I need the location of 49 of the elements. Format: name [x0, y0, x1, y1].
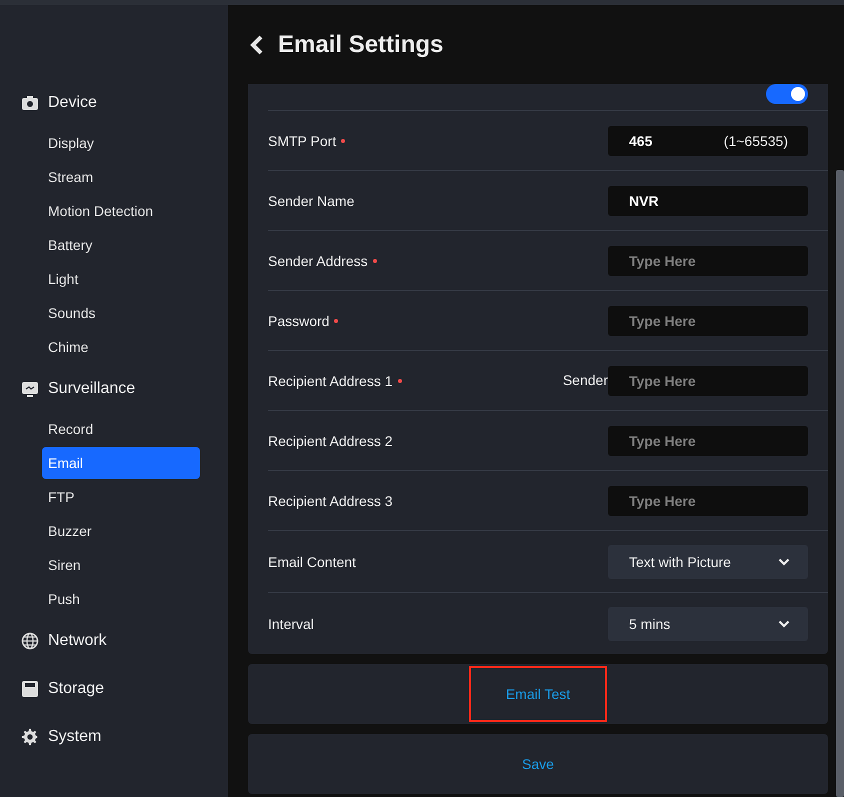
- dropdown[interactable]: 5 mins: [608, 606, 808, 640]
- input-field[interactable]: Type Here: [608, 306, 808, 336]
- field-label: Password: [268, 312, 338, 328]
- monitor-icon: [21, 380, 39, 398]
- sidebar-item[interactable]: Chime: [42, 330, 200, 364]
- input-field[interactable]: Type Here: [608, 246, 808, 276]
- sidebar-item[interactable]: Light: [42, 262, 200, 296]
- globe-icon: [21, 632, 39, 650]
- input-field[interactable]: Type Here: [608, 486, 808, 516]
- back-icon[interactable]: [250, 34, 264, 54]
- toggle-switch[interactable]: [766, 84, 808, 104]
- sidebar-section[interactable]: Storage: [0, 669, 228, 709]
- dropdown[interactable]: Text with Picture: [608, 544, 808, 578]
- sidebar-item[interactable]: Record: [42, 412, 200, 446]
- settings-icon: [21, 728, 39, 746]
- sidebar-item[interactable]: Push: [42, 582, 200, 616]
- input-field[interactable]: Type Here: [608, 426, 808, 456]
- sidebar-item[interactable]: Stream: [42, 160, 200, 194]
- sidebar-item[interactable]: Battery: [42, 228, 200, 262]
- field-label: Recipient Address 1: [268, 372, 402, 388]
- chevron-down-icon: [778, 558, 790, 566]
- field-label: Sender Address: [268, 252, 377, 268]
- email-test-button[interactable]: Email Test: [468, 666, 608, 722]
- sidebar-item[interactable]: Sounds: [42, 296, 200, 330]
- sidebar-item[interactable]: Siren: [42, 548, 200, 582]
- storage-icon: [21, 680, 39, 698]
- input-field[interactable]: NVR: [608, 186, 808, 216]
- sidebar-item[interactable]: Buzzer: [42, 514, 200, 548]
- sidebar-item[interactable]: FTP: [42, 480, 200, 514]
- field-label: Recipient Address 3: [268, 492, 393, 508]
- field-label: Sender: [562, 372, 608, 388]
- sidebar-section[interactable]: Device: [0, 83, 228, 123]
- field-label: Sender Name: [268, 192, 354, 208]
- field-label: Recipient Address 2: [268, 432, 393, 448]
- field-label: Interval: [268, 616, 314, 632]
- page-title: Email Settings: [278, 30, 444, 58]
- field-label: SMTP Port: [268, 132, 346, 148]
- sidebar-item[interactable]: Motion Detection: [42, 194, 200, 228]
- chevron-down-icon: [778, 620, 790, 628]
- range-hint: (1~65535): [724, 132, 788, 148]
- sidebar-section[interactable]: Network: [0, 621, 228, 661]
- sidebar-section[interactable]: System: [0, 717, 228, 757]
- input-field[interactable]: Type Here: [608, 366, 808, 396]
- sidebar-item[interactable]: Email: [42, 447, 200, 479]
- save-button[interactable]: Save: [485, 736, 591, 792]
- camera-icon: [21, 94, 39, 112]
- field-label: Email Content: [268, 554, 356, 570]
- sidebar-section[interactable]: Surveillance: [0, 369, 228, 409]
- sidebar-item[interactable]: Display: [42, 126, 200, 160]
